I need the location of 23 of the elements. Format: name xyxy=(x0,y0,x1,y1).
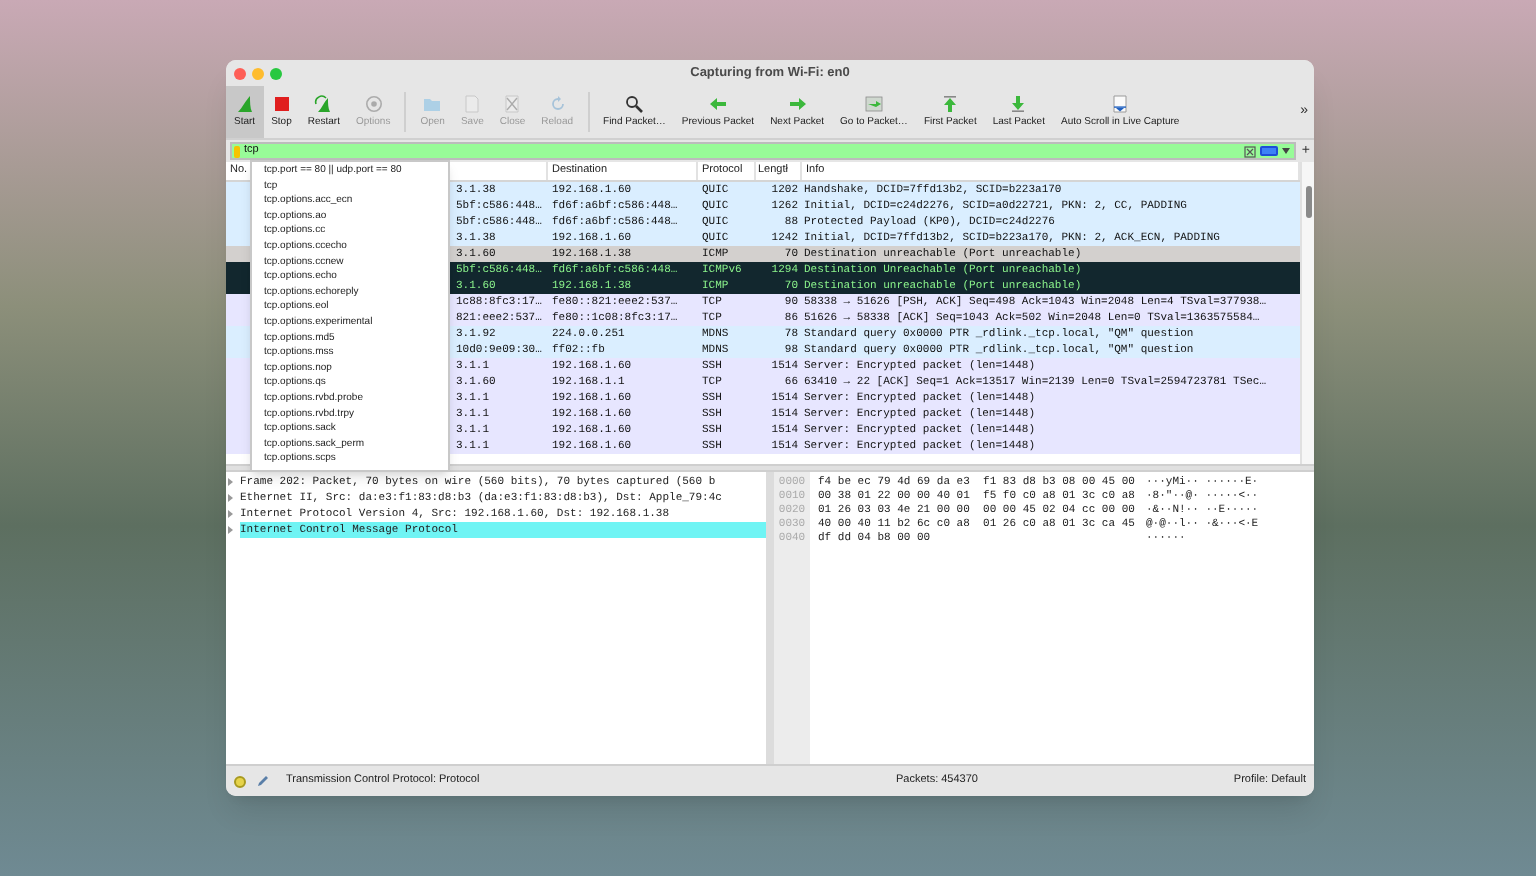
left-arrow-icon xyxy=(707,93,728,114)
clear-icon[interactable] xyxy=(1243,145,1256,157)
document-icon xyxy=(462,93,483,114)
right-arrow-icon xyxy=(787,93,808,114)
scrollbar[interactable] xyxy=(1300,162,1314,464)
up-arrow-icon xyxy=(940,93,961,114)
scroll-icon xyxy=(1110,93,1131,114)
close-window-button[interactable] xyxy=(234,67,246,79)
reload-icon xyxy=(547,93,568,114)
stop-icon xyxy=(271,93,292,114)
target-icon xyxy=(363,93,384,114)
apply-filter-icon[interactable] xyxy=(1259,146,1278,156)
status-indicator-icon xyxy=(234,775,246,787)
close-file-icon xyxy=(502,93,523,114)
caret-icon[interactable] xyxy=(1281,148,1290,154)
folder-icon xyxy=(422,93,443,114)
zoom-window-button[interactable] xyxy=(270,67,282,79)
fin-icon xyxy=(234,93,255,114)
go-to-icon xyxy=(863,93,884,114)
down-arrow-icon xyxy=(1008,93,1029,114)
edit-icon[interactable] xyxy=(256,774,270,788)
search-icon xyxy=(624,93,645,114)
restart-icon xyxy=(313,93,334,114)
